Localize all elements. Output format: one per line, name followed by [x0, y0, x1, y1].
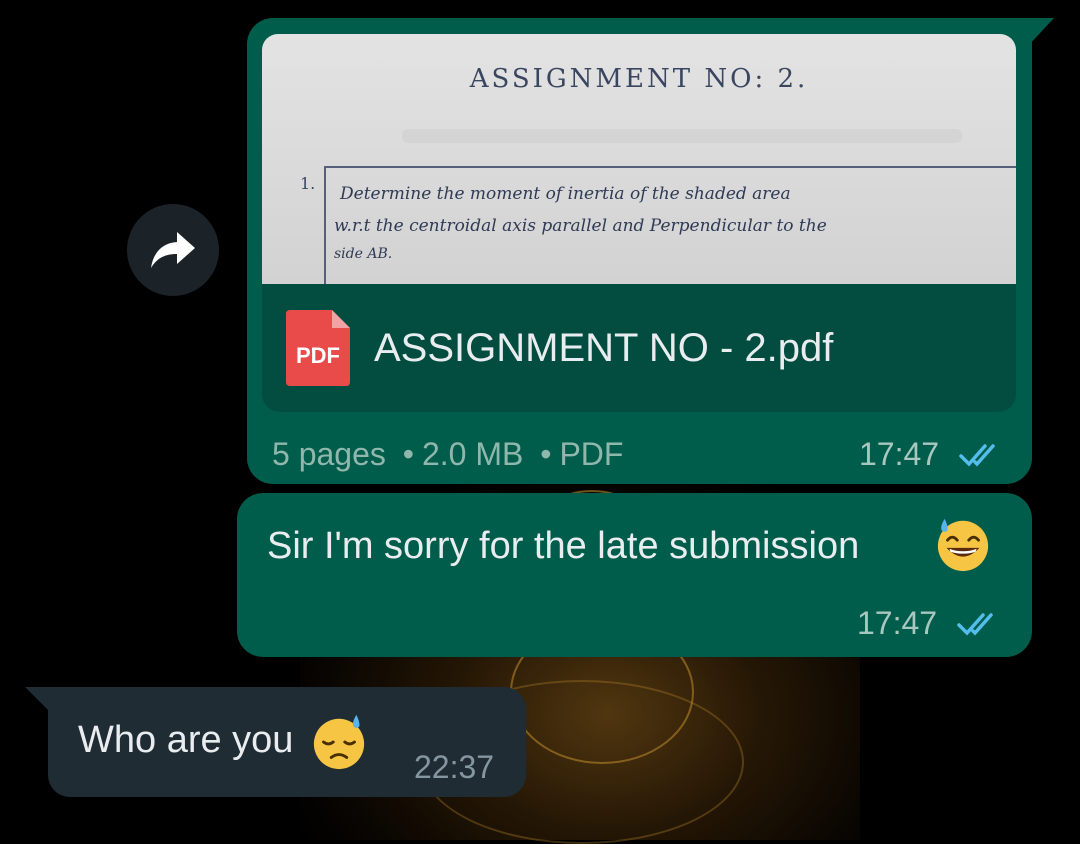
file-type: PDF	[559, 436, 624, 472]
preview-faint-line	[402, 129, 962, 143]
grinning-sweat-emoji	[937, 518, 989, 572]
text-message-bubble[interactable]: Sir I'm sorry for the late submission 17…	[237, 493, 1032, 657]
page-count: 5 pages	[272, 436, 386, 472]
message-text: Sir I'm sorry for the late submission	[267, 525, 860, 567]
message-time: 17:47	[857, 605, 938, 641]
file-size: 2.0 MB	[421, 436, 524, 472]
double-check-read-icon	[957, 613, 993, 636]
forward-arrow-icon	[151, 232, 195, 268]
file-meta: 5 pages • 2.0 MB • PDF	[272, 436, 623, 473]
forward-button[interactable]	[127, 204, 219, 296]
downcast-sweat-emoji	[313, 714, 365, 770]
message-time: 17:47	[859, 436, 940, 472]
file-name: ASSIGNMENT NO - 2.pdf	[374, 326, 834, 370]
message-text: Who are you	[78, 719, 294, 761]
document-message-bubble[interactable]: ASSIGNMENT NO: 2. 1. Determine the momen…	[247, 18, 1032, 484]
preview-line-2: w.r.t the centroidal axis parallel and P…	[334, 216, 827, 236]
message-time: 22:37	[414, 749, 495, 785]
incoming-message-bubble[interactable]: Who are you 22:37	[48, 687, 526, 797]
preview-line-3: side AB.	[334, 246, 393, 262]
preview-line-1: Determine the moment of inertia of the s…	[340, 184, 791, 204]
document-file-bar[interactable]: PDF ASSIGNMENT NO - 2.pdf	[262, 284, 1016, 412]
preview-title: ASSIGNMENT NO: 2.	[469, 64, 809, 94]
pdf-file-icon: PDF	[286, 310, 350, 386]
double-check-read-icon	[959, 444, 995, 467]
meta-separator: •	[540, 436, 552, 472]
pdf-icon-label: PDF	[296, 343, 340, 368]
document-preview-image[interactable]: ASSIGNMENT NO: 2. 1. Determine the momen…	[262, 34, 1016, 284]
meta-separator: •	[402, 436, 414, 472]
preview-question-number: 1.	[300, 174, 316, 193]
